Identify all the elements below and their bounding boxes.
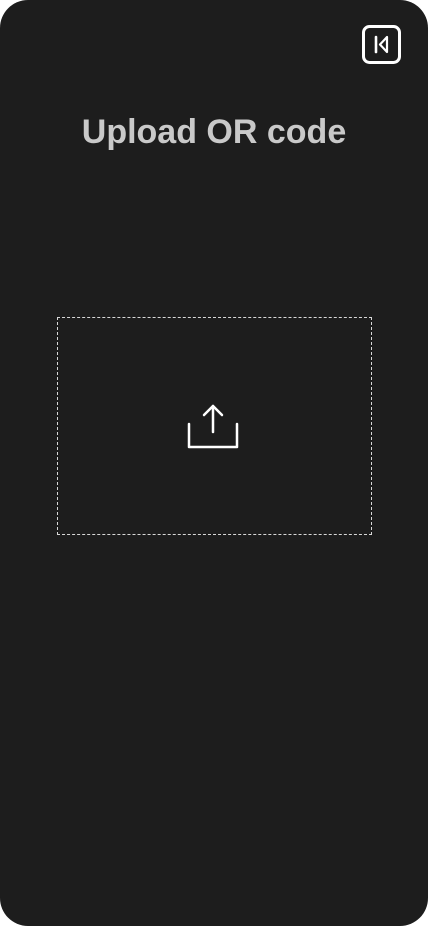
app-logo-icon[interactable] (362, 25, 401, 64)
page-title: Upload OR code (81, 113, 347, 151)
app-screen: Upload OR code (0, 0, 428, 926)
upload-dropzone[interactable] (57, 317, 372, 535)
upload-icon (187, 403, 239, 449)
